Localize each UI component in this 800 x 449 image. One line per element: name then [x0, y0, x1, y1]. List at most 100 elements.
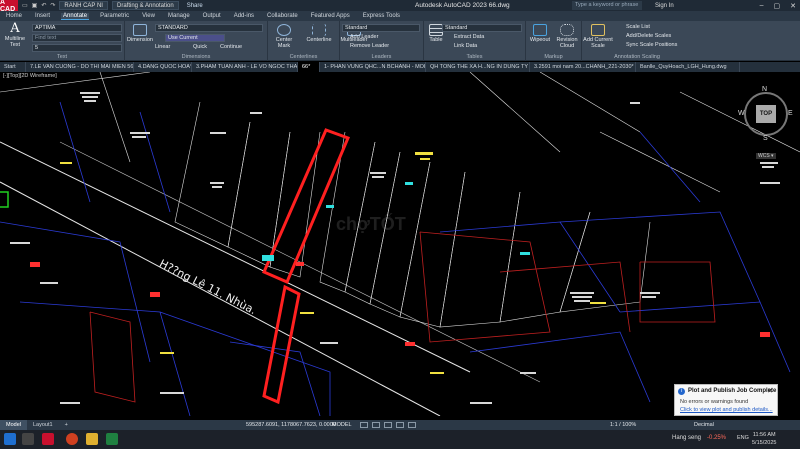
- viewport-controls-label[interactable]: [-][Top][2D Wireframe]: [3, 73, 57, 79]
- leaders-group-label: Leaders: [371, 54, 392, 60]
- layout1-tab[interactable]: Layout1: [27, 420, 59, 430]
- polar-icon[interactable]: [396, 422, 404, 428]
- add-scale-icon: [591, 24, 605, 36]
- doc-tab[interactable]: 3.PHAM TUAN ANH - LE VO NGOC THAO*: [192, 62, 298, 72]
- find-text-input[interactable]: Find text: [32, 34, 122, 42]
- add-layout-button[interactable]: +: [59, 420, 74, 430]
- viewcube-top-face[interactable]: TOP: [756, 105, 776, 123]
- start-icon[interactable]: [4, 433, 16, 445]
- open-icon[interactable]: ▭: [22, 2, 28, 9]
- revision-cloud-button[interactable]: Revision Cloud: [554, 24, 580, 49]
- road-edge-line: [0, 141, 471, 373]
- center-mark-button[interactable]: Center Mark: [270, 24, 298, 49]
- dim-style-dropdown[interactable]: STANDARD: [155, 24, 263, 32]
- table-style-dropdown[interactable]: Standard: [442, 24, 522, 32]
- close-icon[interactable]: ✕: [790, 2, 796, 10]
- extract-data-button[interactable]: Extract Data: [454, 34, 484, 40]
- chrome-icon[interactable]: [66, 433, 78, 445]
- linear-button[interactable]: Linear: [155, 44, 170, 50]
- layer-quick-dropdown[interactable]: RANH CAP NI: [59, 1, 108, 10]
- language-indicator[interactable]: ENG: [737, 435, 749, 441]
- yellow-annotations: [60, 152, 606, 374]
- model-space-toggle[interactable]: MODEL: [332, 422, 352, 428]
- tab-add-ins[interactable]: Add-ins: [232, 13, 256, 19]
- ribbon-tabs: Home Insert Annotate Parametric View Man…: [0, 11, 800, 21]
- redo-icon[interactable]: ↷: [50, 2, 55, 9]
- tab-featured-apps[interactable]: Featured Apps: [309, 13, 352, 19]
- text-style-dropdown[interactable]: APTIMA: [32, 24, 122, 32]
- minimize-icon[interactable]: –: [760, 2, 764, 10]
- close-icon[interactable]: ✕: [767, 387, 773, 395]
- share-button[interactable]: Share: [187, 3, 203, 9]
- workspace-switcher[interactable]: Drafting & Annotation: [111, 1, 179, 10]
- dimensions-group-label: Dimensions: [181, 54, 211, 60]
- drafting-toggles: [360, 422, 416, 428]
- compass-east[interactable]: E: [788, 110, 793, 117]
- compass-south[interactable]: S: [763, 135, 768, 142]
- doc-tab-active[interactable]: 66*: [298, 62, 320, 72]
- doc-tab[interactable]: 4.DANG QUOC HOA*: [134, 62, 192, 72]
- multiline-text-button[interactable]: A Multiline Text: [3, 22, 27, 48]
- wipeout-button[interactable]: Wipeout: [528, 24, 552, 43]
- quick-button[interactable]: Quick: [193, 44, 207, 50]
- tables-group: Table Standard Extract Data Link Data Ta…: [424, 21, 526, 61]
- scale-list-button[interactable]: Scale List: [626, 24, 650, 30]
- osnap-icon[interactable]: [408, 422, 416, 428]
- wcs-dropdown[interactable]: WCS ▾: [756, 153, 776, 159]
- save-icon[interactable]: ▣: [32, 2, 38, 9]
- compass-west[interactable]: W: [738, 110, 745, 117]
- ortho-icon[interactable]: [384, 422, 392, 428]
- doc-tab[interactable]: QH TONG THE XA H...NG IN DUNG TY LE*: [426, 62, 530, 72]
- tab-parametric[interactable]: Parametric: [98, 13, 131, 19]
- notification-body: No errors or warnings found: [680, 399, 749, 405]
- plot-details-link[interactable]: Click to view plot and publish details..…: [680, 407, 773, 413]
- sync-scale-positions-button[interactable]: Sync Scale Positions: [626, 42, 677, 48]
- sign-in-button[interactable]: Sign In: [655, 3, 674, 9]
- file-explorer-icon[interactable]: [86, 433, 98, 445]
- add-leader-button[interactable]: Add Leader: [350, 34, 378, 40]
- continue-button[interactable]: Continue: [220, 44, 242, 50]
- dim-layer-dropdown[interactable]: Use Current: [165, 34, 225, 42]
- tab-insert[interactable]: Insert: [33, 13, 52, 19]
- autocad-taskbar-icon[interactable]: [42, 433, 54, 445]
- grid-icon[interactable]: [360, 422, 368, 428]
- model-tab[interactable]: Model: [0, 420, 27, 430]
- tab-collaborate[interactable]: Collaborate: [265, 13, 300, 19]
- snap-icon[interactable]: [372, 422, 380, 428]
- clock-time: 11:56 AM: [752, 432, 776, 438]
- doc-tab[interactable]: 1- PHAN VUNG QHC...N BCHANH - MOI*: [320, 62, 426, 72]
- maximize-icon[interactable]: ▢: [774, 2, 781, 10]
- compass-north[interactable]: N: [762, 86, 767, 93]
- centerline-button[interactable]: Centerline: [302, 24, 336, 43]
- drawing-canvas[interactable]: [-][Top][2D Wireframe] H??ng Lê 11. Nhùa…: [0, 72, 800, 416]
- undo-icon[interactable]: ↶: [41, 2, 46, 9]
- tab-output[interactable]: Output: [201, 13, 223, 19]
- leader-style-dropdown[interactable]: Standard: [342, 24, 420, 32]
- link-data-button[interactable]: Link Data: [454, 43, 477, 49]
- doc-tab[interactable]: 3.2591 moi nam 20...CHANH_221-2030*: [530, 62, 636, 72]
- dimensions-group: Dimension STANDARD Use Current Linear Qu…: [125, 21, 268, 61]
- annotation-scale[interactable]: 1:1 / 100%: [610, 422, 636, 428]
- tab-view[interactable]: View: [140, 13, 157, 19]
- dimension-button[interactable]: Dimension: [127, 24, 153, 43]
- units-dropdown[interactable]: Decimal: [694, 422, 714, 428]
- doc-tab[interactable]: Banlle_QuyHoach_LGH_Hung.dwg: [636, 62, 740, 72]
- tab-annotate[interactable]: Annotate: [61, 12, 90, 20]
- task-view-icon[interactable]: [22, 433, 34, 445]
- doc-tab-start[interactable]: Start: [0, 62, 26, 72]
- add-delete-scales-button[interactable]: Add/Delete Scales: [626, 33, 671, 39]
- title-bar: A CAD ▭ ▣ ↶ ↷ RANH CAP NI Drafting & Ann…: [0, 0, 800, 13]
- tab-home[interactable]: Home: [4, 13, 24, 19]
- doc-tab[interactable]: 7.LE VAN CUONG - DO THI MAI MIEN 567: [26, 62, 134, 72]
- excel-icon[interactable]: [106, 433, 118, 445]
- search-input[interactable]: Type a keyword or phrase: [572, 1, 642, 10]
- viewcube[interactable]: N S W E TOP WCS ▾: [738, 86, 794, 159]
- remove-leader-button[interactable]: Remove Leader: [350, 43, 389, 49]
- autocad-logo-icon[interactable]: A CAD: [0, 0, 18, 13]
- clock[interactable]: 11:56 AM 5/15/2025: [752, 431, 776, 447]
- tab-manage[interactable]: Manage: [166, 13, 192, 19]
- add-current-scale-button[interactable]: Add Current Scale: [582, 24, 614, 49]
- tab-express-tools[interactable]: Express Tools: [361, 13, 402, 19]
- text-height-input[interactable]: 5: [32, 44, 122, 52]
- text-group-label: Text: [56, 54, 68, 60]
